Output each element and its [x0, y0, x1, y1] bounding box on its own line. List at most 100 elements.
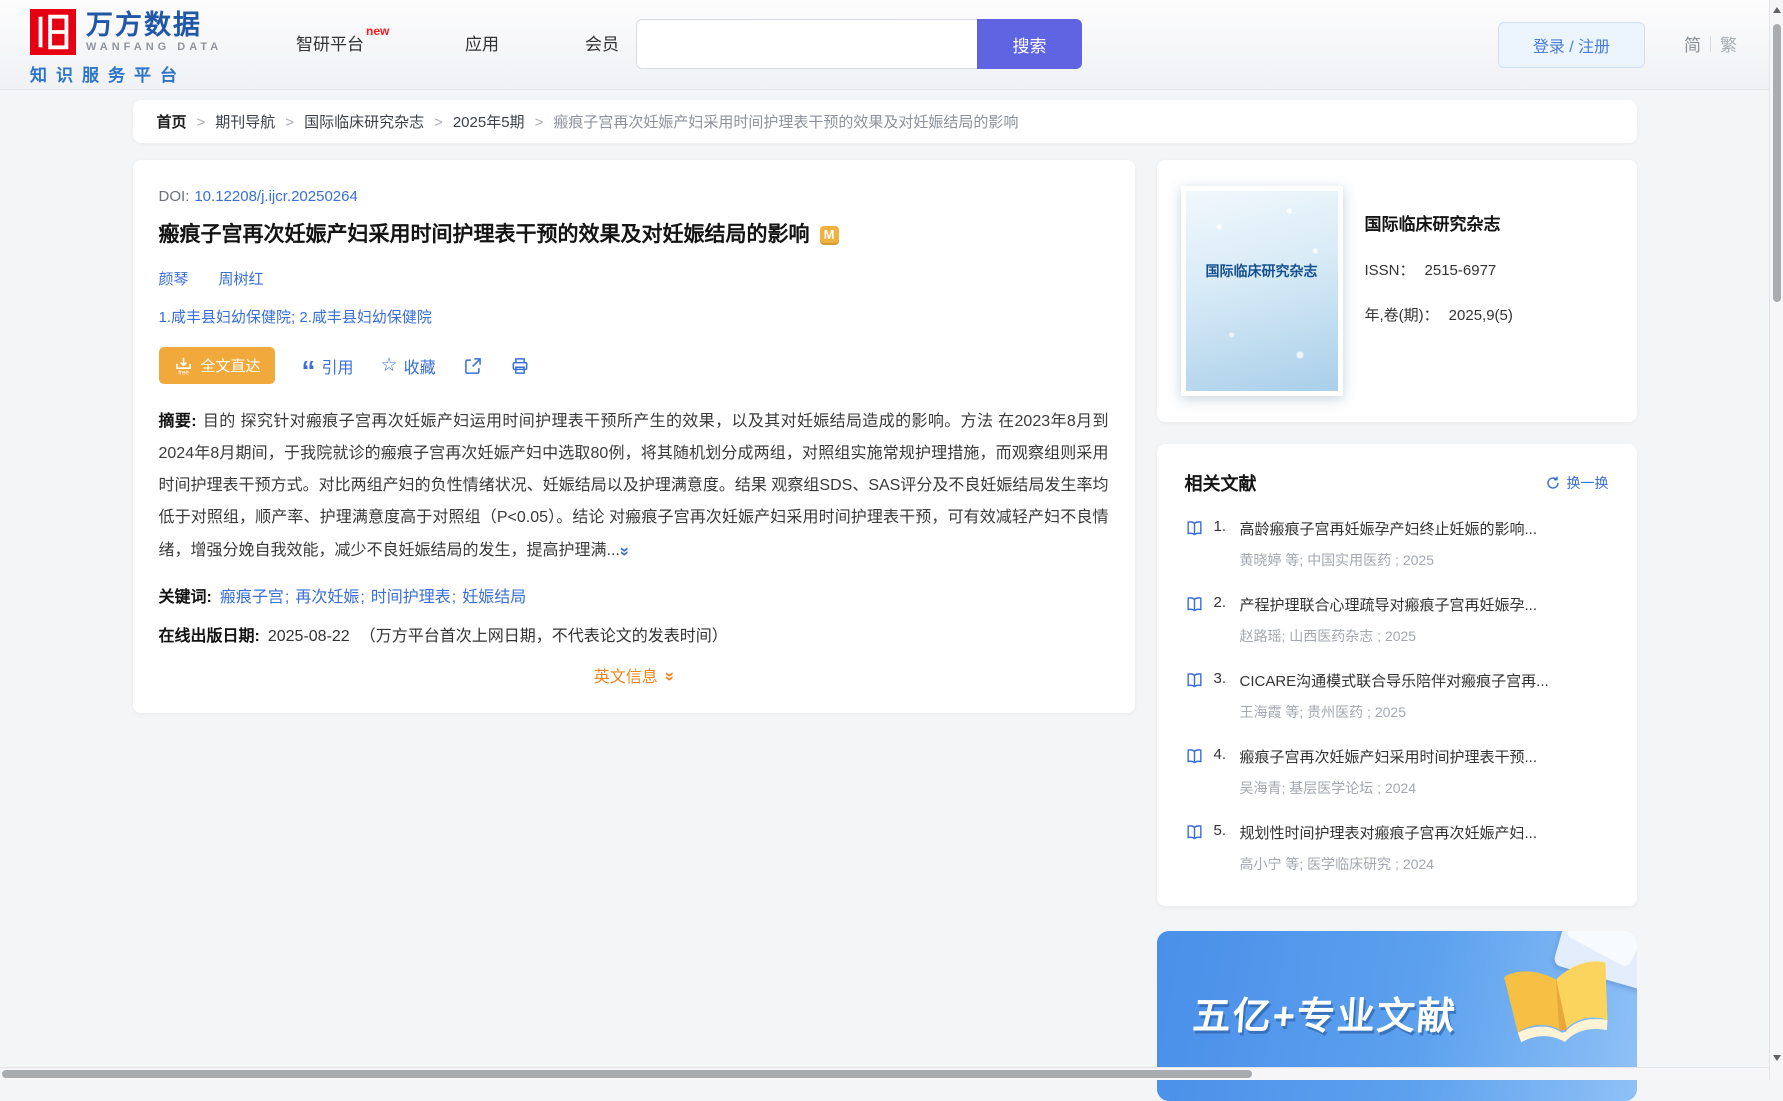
article-actions: free 全文直达 “ 引用 ☆ 收藏 — [159, 347, 1109, 384]
lang-simplified[interactable]: 简 — [1684, 31, 1701, 56]
related-article-item[interactable]: 2. 产程护理联合心理疏导对瘢痕子宫再妊娠孕... 赵路瑶; 山西医药杂志 ; … — [1185, 594, 1609, 646]
related-list: 1. 高龄瘢痕子宫再妊娠孕产妇终止妊娠的影响... 黄晓婷 等; 中国实用医药 … — [1185, 518, 1609, 874]
related-header: 相关文献 换一换 — [1185, 470, 1609, 496]
logo-text: 万方数据 WANFANG DATA — [86, 11, 222, 53]
nav-item-membership[interactable]: 会员 — [585, 30, 619, 55]
logo-subtitle: 知识服务平台 — [30, 61, 222, 86]
main-content: DOI:10.12208/j.ijcr.20250264 瘢痕子宫再次妊娠产妇采… — [133, 160, 1637, 1101]
doi-label: DOI: — [159, 188, 190, 205]
horizontal-scrollbar[interactable] — [0, 1067, 1769, 1080]
login-register-button[interactable]: 登录 / 注册 — [1498, 22, 1645, 68]
related-article-meta: 吴海青; 基层医学论坛 ; 2024 — [1240, 778, 1609, 798]
book-icon — [1185, 823, 1204, 847]
favorite-button[interactable]: ☆ 收藏 — [381, 354, 436, 378]
wanfang-logo-icon — [30, 9, 76, 55]
print-button[interactable] — [510, 356, 530, 376]
vertical-scrollbar[interactable] — [1769, 0, 1783, 1080]
keyword-link[interactable]: 瘢痕子宫 — [220, 589, 295, 606]
related-article-item[interactable]: 5. 规划性时间护理表对瘢痕子宫再次妊娠产妇... 高小宁 等; 医学临床研究 … — [1185, 822, 1609, 874]
chevron-down-icon: » — [660, 672, 680, 678]
breadcrumb-current: 瘢痕子宫再次妊娠产妇采用时间护理表干预的效果及对妊娠结局的影响 — [553, 111, 1018, 132]
nav-item-zhiyan-platform[interactable]: 智研平台new — [296, 30, 387, 55]
search-button[interactable]: 搜索 — [977, 19, 1082, 69]
related-article-number: 2. — [1214, 594, 1240, 611]
publish-date: 2025-08-22 — [268, 628, 350, 645]
search-input[interactable] — [636, 19, 977, 69]
fulltext-button[interactable]: free 全文直达 — [159, 347, 275, 384]
logo-en-text: WANFANG DATA — [86, 41, 222, 53]
journal-card: 国际临床研究杂志 国际临床研究杂志 ISSN： 2515-6977 年,卷(期)：… — [1157, 160, 1637, 422]
scroll-up-icon[interactable] — [1771, 2, 1783, 16]
related-article-body: 高龄瘢痕子宫再妊娠孕产妇终止妊娠的影响... 黄晓婷 等; 中国实用医药 ; 2… — [1240, 518, 1609, 570]
related-article-item[interactable]: 4. 瘢痕子宫再次妊娠产妇采用时间护理表干预... 吴海青; 基层医学论坛 ; … — [1185, 746, 1609, 798]
keyword-list: 瘢痕子宫再次妊娠时间护理表妊娠结局 — [220, 589, 533, 606]
breadcrumb-link[interactable]: 2025年5期 — [453, 114, 553, 131]
keyword-link[interactable]: 时间护理表 — [371, 589, 462, 606]
nav-item-apps[interactable]: 应用 — [465, 30, 499, 55]
english-info-row: 英文信息 » — [159, 663, 1109, 687]
abstract: 摘要:目的 探究针对瘢痕子宫再次妊娠产妇运用时间护理表干预所产生的效果，以及其对… — [159, 406, 1109, 567]
quote-icon: “ — [302, 357, 316, 374]
related-article-title[interactable]: 产程护理联合心理疏导对瘢痕子宫再妊娠孕... — [1240, 594, 1609, 615]
scroll-down-icon[interactable] — [1771, 1051, 1783, 1065]
doi-link[interactable]: 10.12208/j.ijcr.20250264 — [194, 188, 357, 205]
keyword-link[interactable]: 再次妊娠 — [295, 589, 370, 606]
author-link[interactable]: 颜琴 — [159, 268, 189, 289]
page: 万方数据 WANFANG DATA 知识服务平台 智研平台new 应用 会员 搜… — [0, 0, 1769, 1101]
keyword-link[interactable]: 妊娠结局 — [462, 589, 533, 606]
search-bar: 搜索 — [636, 19, 1082, 69]
horizontal-scrollbar-thumb[interactable] — [2, 1070, 1252, 1078]
author-link[interactable]: 周树红 — [219, 268, 264, 289]
related-article-title[interactable]: 瘢痕子宫再次妊娠产妇采用时间护理表干预... — [1240, 746, 1609, 767]
breadcrumb-link[interactable]: 期刊导航 — [215, 114, 304, 131]
print-icon — [510, 356, 530, 376]
svg-text:free: free — [178, 369, 189, 376]
related-article-meta: 高小宁 等; 医学临床研究 ; 2024 — [1240, 854, 1609, 874]
wanfang-logo[interactable]: 万方数据 WANFANG DATA 知识服务平台 — [30, 9, 222, 86]
related-articles-card: 相关文献 换一换 — [1157, 444, 1637, 906]
journal-cover[interactable]: 国际临床研究杂志 — [1181, 186, 1343, 396]
english-info-toggle[interactable]: 英文信息 » — [594, 663, 673, 687]
related-article-number: 5. — [1214, 822, 1240, 839]
journal-issn-row: ISSN： 2515-6977 — [1365, 259, 1513, 280]
keywords-row: 关键词: 瘢痕子宫再次妊娠时间护理表妊娠结局 — [159, 583, 1109, 607]
lang-traditional[interactable]: 繁 — [1720, 31, 1737, 56]
related-article-title[interactable]: 规划性时间护理表对瘢痕子宫再次妊娠产妇... — [1240, 822, 1609, 843]
expand-abstract-icon[interactable]: » — [609, 547, 641, 553]
language-toggle: 简 繁 — [1684, 31, 1737, 56]
open-book-icon — [1494, 949, 1625, 1065]
publish-date-label: 在线出版日期: — [159, 628, 260, 645]
lang-divider — [1710, 36, 1711, 52]
keywords-label: 关键词: — [159, 589, 212, 606]
related-article-title[interactable]: 高龄瘢痕子宫再妊娠孕产妇终止妊娠的影响... — [1240, 518, 1609, 539]
breadcrumb-home[interactable]: 首页 — [157, 111, 216, 132]
article-detail-card: DOI:10.12208/j.ijcr.20250264 瘢痕子宫再次妊娠产妇采… — [133, 160, 1135, 713]
refresh-related-button[interactable]: 换一换 — [1545, 473, 1609, 493]
related-article-meta: 黄晓婷 等; 中国实用医药 ; 2025 — [1240, 550, 1609, 570]
related-article-number: 4. — [1214, 746, 1240, 763]
affiliations[interactable]: 1.咸丰县妇幼保健院; 2.咸丰县妇幼保健院 — [159, 306, 1109, 327]
related-article-item[interactable]: 3. CICARE沟通模式联合导乐陪伴对瘢痕子宫再... 王海霞 等; 贵州医药… — [1185, 670, 1609, 722]
breadcrumb-links: 期刊导航国际临床研究杂志2025年5期 — [215, 111, 553, 132]
volume-label: 年,卷(期)： — [1365, 307, 1439, 324]
medical-badge-icon: M — [820, 226, 839, 245]
article-title-row: 瘢痕子宫再次妊娠产妇采用时间护理表干预的效果及对妊娠结局的影响 M — [159, 221, 1109, 249]
author-list: 颜琴 周树红 — [159, 268, 1109, 289]
book-icon — [1185, 519, 1204, 543]
top-navigation-bar: 万方数据 WANFANG DATA 知识服务平台 智研平台new 应用 会员 搜… — [0, 0, 1769, 89]
breadcrumb-link[interactable]: 国际临床研究杂志 — [304, 114, 453, 131]
related-article-number: 1. — [1214, 518, 1240, 535]
related-article-item[interactable]: 1. 高龄瘢痕子宫再妊娠孕产妇终止妊娠的影响... 黄晓婷 等; 中国实用医药 … — [1185, 518, 1609, 570]
issn-label: ISSN： — [1365, 262, 1415, 279]
share-button[interactable] — [463, 356, 483, 376]
related-article-title[interactable]: CICARE沟通模式联合导乐陪伴对瘢痕子宫再... — [1240, 670, 1609, 691]
cite-button[interactable]: “ 引用 — [302, 354, 354, 378]
issn-value: 2515-6977 — [1425, 262, 1497, 279]
journal-name[interactable]: 国际临床研究杂志 — [1365, 210, 1513, 235]
related-article-meta: 赵路瑶; 山西医药杂志 ; 2025 — [1240, 626, 1609, 646]
abstract-text: 目的 探究针对瘢痕子宫再次妊娠产妇运用时间护理表干预所产生的效果，以及其对妊娠结… — [159, 413, 1109, 559]
book-icon — [1185, 747, 1204, 771]
star-icon: ☆ — [381, 356, 398, 375]
vertical-scrollbar-thumb[interactable] — [1773, 24, 1781, 302]
related-article-body: 规划性时间护理表对瘢痕子宫再次妊娠产妇... 高小宁 等; 医学临床研究 ; 2… — [1240, 822, 1609, 874]
